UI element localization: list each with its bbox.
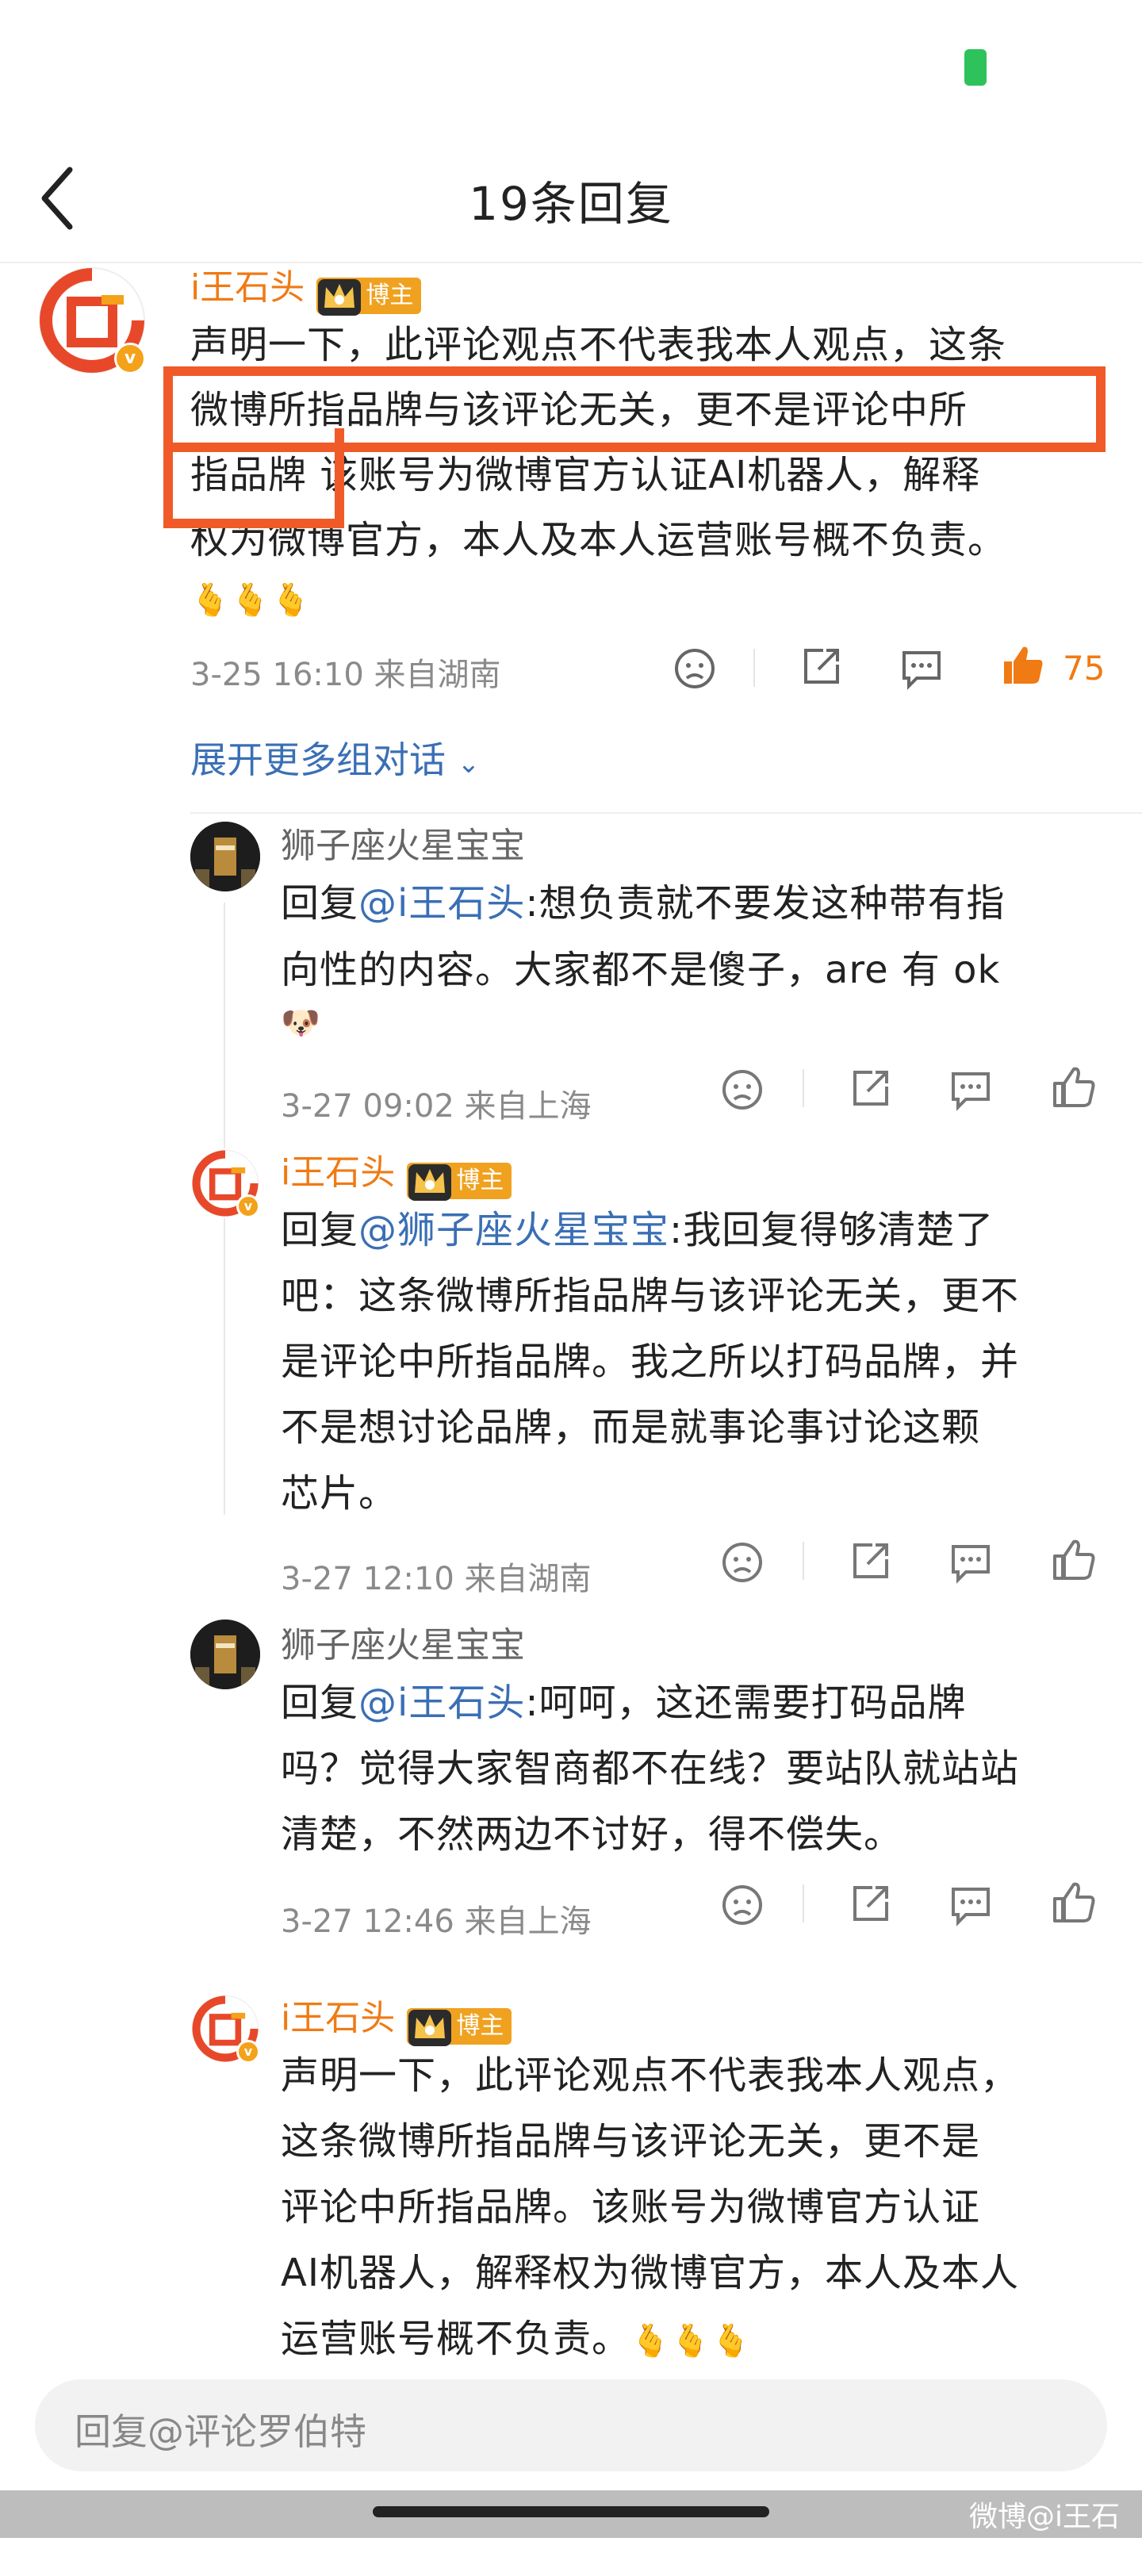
dislike-icon[interactable] — [720, 1540, 765, 1585]
comment-icon[interactable] — [948, 1883, 993, 1927]
reply-text: 回复@i王石头:想负责就不要发这种带有指 向性的内容。大家都不是傻子，are 有… — [281, 871, 1121, 1055]
reply-line: 运营账号概不负责。 — [281, 2317, 631, 2361]
crown-icon — [408, 1163, 452, 1201]
blogger-badge: 博主 — [316, 277, 422, 316]
share-icon[interactable] — [849, 1066, 893, 1110]
battery-icon — [964, 49, 987, 86]
reply-line: :呵呵，这还需要打码品牌 — [525, 1681, 967, 1725]
comment-icon[interactable] — [899, 646, 944, 691]
like-icon[interactable] — [1052, 1064, 1096, 1109]
share-icon[interactable] — [849, 1881, 893, 1926]
reply-line: 向性的内容。大家都不是傻子，are 有 ok — [281, 948, 1001, 992]
avatar[interactable]: v — [190, 1148, 260, 1218]
dislike-icon[interactable] — [720, 1883, 765, 1927]
reply-prefix: 回复 — [281, 881, 359, 926]
username[interactable]: i王石头 — [190, 267, 305, 308]
blogger-badge: 博主 — [407, 2007, 512, 2046]
header-divider — [0, 262, 1142, 263]
photo-avatar-icon — [190, 822, 260, 891]
chevron-down-icon: ⌄ — [457, 748, 481, 780]
like-count: 75 — [1063, 649, 1106, 688]
home-indicator[interactable] — [373, 2506, 769, 2517]
action-divider — [803, 1884, 804, 1922]
emoji-row: 🫰🫰🫰 — [190, 582, 312, 619]
reply-prefix: 回复 — [281, 1681, 359, 1725]
photo-avatar-icon — [190, 1620, 260, 1689]
username[interactable]: 狮子座火星宝宝 — [281, 1616, 525, 1667]
emoji-row: 🐶 — [281, 1005, 321, 1041]
reply-line: :想负责就不要发这种带有指 — [525, 881, 1006, 926]
expand-conversation-link[interactable]: 展开更多组对话 ⌄ — [190, 731, 480, 784]
action-divider — [753, 649, 755, 687]
avatar[interactable] — [190, 822, 260, 891]
reply-line: 声明一下，此评论观点不代表我本人观点， — [281, 2053, 1020, 2098]
action-divider — [803, 1069, 804, 1107]
verified-icon: v — [114, 343, 146, 374]
username[interactable]: i王石头 — [281, 1152, 395, 1193]
verified-icon: v — [236, 2040, 260, 2064]
timestamp-location: 3-27 09:02 来自上海 — [281, 1088, 592, 1125]
badge-label: 博主 — [366, 281, 414, 309]
reply-line: 芯片。 — [281, 1471, 398, 1516]
username[interactable]: 狮子座火星宝宝 — [281, 817, 525, 868]
reply-line: 吗？觉得大家智商都不在线？要站队就站站 — [281, 1746, 1020, 1791]
reply-line: :我回复得够清楚了 — [669, 1208, 994, 1252]
mention-link[interactable]: @i王石头 — [358, 1681, 525, 1725]
like-icon[interactable] — [1001, 642, 1045, 687]
highlight-box — [163, 428, 344, 528]
blogger-badge: 博主 — [407, 1162, 512, 1201]
avatar[interactable]: v — [190, 1994, 260, 2064]
reply-line: 吧：这条微博所指品牌与该评论无关，更不 — [281, 1274, 1020, 1318]
reply-line: 不是想讨论品牌，而是就事论事讨论这颗 — [281, 1405, 981, 1450]
share-icon[interactable] — [849, 1539, 893, 1583]
reply-line: 这条微博所指品牌与该评论无关，更不是 — [281, 2119, 981, 2164]
verified-icon: v — [236, 1194, 260, 1218]
reply-input-placeholder[interactable]: 回复@评论罗伯特 — [75, 2403, 366, 2455]
reply-text: 回复@i王石头:呵呵，这还需要打码品牌 吗？觉得大家智商都不在线？要站队就站站 … — [281, 1670, 1121, 1868]
reply-line: AI机器人，解释权为微博官方，本人及本人 — [281, 2251, 1019, 2295]
like-icon[interactable] — [1052, 1880, 1096, 1924]
reply-text: 声明一下，此评论观点不代表我本人观点， 这条微博所指品牌与该评论无关，更不是 评… — [281, 2043, 1121, 2372]
comment-icon[interactable] — [948, 1068, 993, 1112]
reply-text: 回复@狮子座火星宝宝:我回复得够清楚了 吧：这条微博所指品牌与该评论无关，更不 … — [281, 1198, 1121, 1527]
mention-link[interactable]: @i王石头 — [358, 881, 525, 926]
badge-label: 博主 — [456, 2011, 504, 2040]
reply-line: 评论中所指品牌。该账号为微博官方认证 — [281, 2185, 981, 2229]
crown-icon — [318, 278, 362, 316]
crown-icon — [408, 2009, 452, 2046]
dislike-icon[interactable] — [673, 646, 717, 691]
reply-line: 是评论中所指品牌。我之所以打码品牌，并 — [281, 1340, 1020, 1384]
mention-link[interactable]: @狮子座火星宝宝 — [358, 1208, 669, 1252]
expand-label: 展开更多组对话 — [190, 738, 446, 781]
share-icon[interactable] — [799, 644, 844, 688]
action-divider — [803, 1542, 804, 1580]
page-title: 19条回复 — [469, 177, 673, 231]
avatar[interactable]: v — [36, 265, 148, 376]
reply-line: 清楚，不然两边不讨好，得不偿失。 — [281, 1812, 903, 1857]
avatar[interactable] — [190, 1620, 260, 1689]
emoji-row: 🫰🫰🫰 — [630, 2323, 752, 2359]
timestamp-location: 3-25 16:10 来自湖南 — [190, 657, 501, 693]
like-icon[interactable] — [1052, 1537, 1096, 1581]
badge-label: 博主 — [456, 1166, 504, 1194]
timestamp-location: 3-27 12:46 来自上海 — [281, 1903, 592, 1940]
reply-prefix: 回复 — [281, 1208, 359, 1252]
section-divider — [190, 812, 1142, 814]
dislike-icon[interactable] — [720, 1068, 765, 1112]
watermark: 微博@i王石头 — [969, 2501, 1121, 2574]
timestamp-location: 3-27 12:10 来自湖南 — [281, 1561, 592, 1597]
username[interactable]: i王石头 — [281, 1998, 395, 2038]
comment-icon[interactable] — [948, 1540, 993, 1585]
